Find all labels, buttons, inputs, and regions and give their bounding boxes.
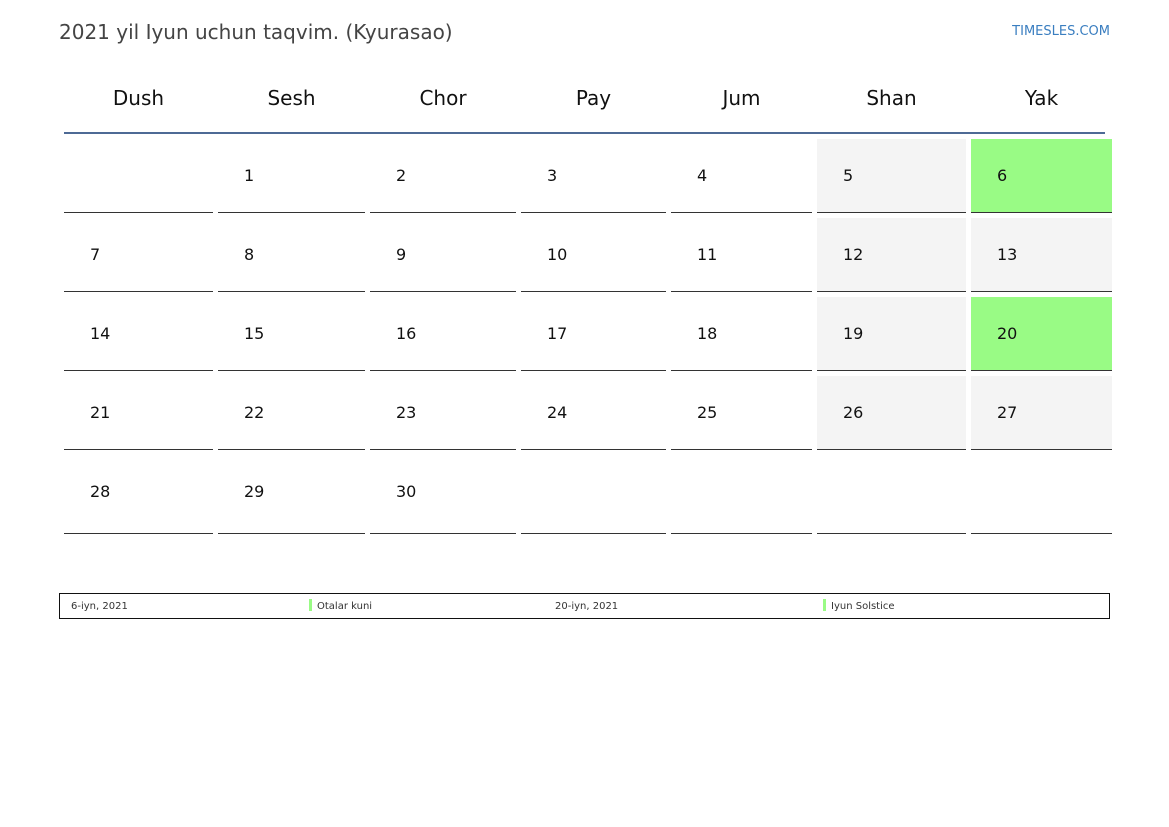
day-cell-weekend: 13 <box>971 218 1112 292</box>
day-number: 28 <box>90 482 111 501</box>
day-cell: 23 <box>370 376 516 450</box>
site-link[interactable]: TIMESLES.COM <box>1012 24 1110 39</box>
day-cell: 29 <box>218 455 365 534</box>
weekday-label: Chor <box>419 86 467 110</box>
legend-holiday-name: Otalar kuni <box>317 601 373 612</box>
day-number: 15 <box>244 324 265 343</box>
day-number: 12 <box>843 245 864 264</box>
day-number: 7 <box>90 245 101 264</box>
day-number: 30 <box>396 482 417 501</box>
day-number: 8 <box>244 245 255 264</box>
day-cell: 30 <box>370 455 516 534</box>
day-cell: 16 <box>370 297 516 371</box>
day-number: 26 <box>843 403 864 422</box>
day-number: 22 <box>244 403 265 422</box>
day-number: 16 <box>396 324 417 343</box>
day-number: 29 <box>244 482 265 501</box>
day-number: 6 <box>997 166 1008 185</box>
day-cell: 10 <box>521 218 666 292</box>
day-cell: 3 <box>521 139 666 213</box>
day-cell-empty <box>817 455 966 534</box>
day-cell: 15 <box>218 297 365 371</box>
day-cell: 17 <box>521 297 666 371</box>
day-number: 1 <box>244 166 255 185</box>
day-number: 2 <box>396 166 407 185</box>
day-cell: 18 <box>671 297 812 371</box>
holiday-color-marker <box>309 599 312 611</box>
calendar-grid: Dush Sesh Chor Pay Jum Shan Yak 1 2 3 4 … <box>64 78 1112 534</box>
day-number: 9 <box>396 245 407 264</box>
day-cell-empty <box>971 455 1112 534</box>
day-cell: 22 <box>218 376 365 450</box>
page-title: 2021 yil Iyun uchun taqvim. (Kyurasao) <box>59 20 453 44</box>
weekday-label: Pay <box>575 86 612 110</box>
day-cell: 25 <box>671 376 812 450</box>
week-row: 21 22 23 24 25 26 27 <box>64 376 1112 450</box>
day-number: 25 <box>697 403 718 422</box>
week-row: 7 8 9 10 11 12 13 <box>64 218 1112 292</box>
day-cell: 28 <box>64 455 213 534</box>
legend-holiday-name: Iyun Solstice <box>831 601 895 612</box>
day-cell-weekend: 26 <box>817 376 966 450</box>
day-cell: 2 <box>370 139 516 213</box>
day-cell: 7 <box>64 218 213 292</box>
day-cell-holiday: 6 <box>971 139 1112 213</box>
holiday-color-marker <box>823 599 826 611</box>
day-number: 19 <box>843 324 864 343</box>
week-row: 1 2 3 4 5 6 <box>64 139 1112 213</box>
day-cell-empty <box>521 455 666 534</box>
weekday-header-row: Dush Sesh Chor Pay Jum Shan Yak <box>64 78 1105 134</box>
day-number: 14 <box>90 324 111 343</box>
day-number: 27 <box>997 403 1018 422</box>
day-number: 11 <box>697 245 718 264</box>
day-number: 23 <box>396 403 417 422</box>
day-cell-weekend: 27 <box>971 376 1112 450</box>
day-number: 3 <box>547 166 558 185</box>
day-cell-empty <box>64 139 213 213</box>
day-cell-empty <box>671 455 812 534</box>
weekday-label: Yak <box>1024 86 1059 110</box>
day-number: 5 <box>843 166 854 185</box>
legend-date: 6-iyn, 2021 <box>71 601 128 612</box>
weekday-label: Dush <box>112 86 165 110</box>
legend-date: 20-iyn, 2021 <box>555 601 619 612</box>
day-number: 21 <box>90 403 111 422</box>
day-number: 20 <box>997 324 1018 343</box>
day-number: 13 <box>997 245 1018 264</box>
week-row: 28 29 30 <box>64 455 1112 534</box>
day-number: 10 <box>547 245 568 264</box>
day-number: 4 <box>697 166 708 185</box>
day-cell: 14 <box>64 297 213 371</box>
day-cell-weekend: 19 <box>817 297 966 371</box>
day-cell: 11 <box>671 218 812 292</box>
day-cell-weekend: 5 <box>817 139 966 213</box>
day-cell: 8 <box>218 218 365 292</box>
day-cell-weekend: 12 <box>817 218 966 292</box>
holiday-legend: 6-iyn, 2021 Otalar kuni 20-iyn, 2021 Iyu… <box>59 593 1110 619</box>
weekday-label: Sesh <box>267 86 316 110</box>
weekday-label: Shan <box>866 86 917 110</box>
weekday-label: Jum <box>722 86 761 110</box>
day-cell: 21 <box>64 376 213 450</box>
day-number: 24 <box>547 403 568 422</box>
day-number: 17 <box>547 324 568 343</box>
day-number: 18 <box>697 324 718 343</box>
day-cell: 4 <box>671 139 812 213</box>
week-row: 14 15 16 17 18 19 20 <box>64 297 1112 371</box>
day-cell: 24 <box>521 376 666 450</box>
day-cell: 1 <box>218 139 365 213</box>
day-cell-holiday: 20 <box>971 297 1112 371</box>
day-cell: 9 <box>370 218 516 292</box>
